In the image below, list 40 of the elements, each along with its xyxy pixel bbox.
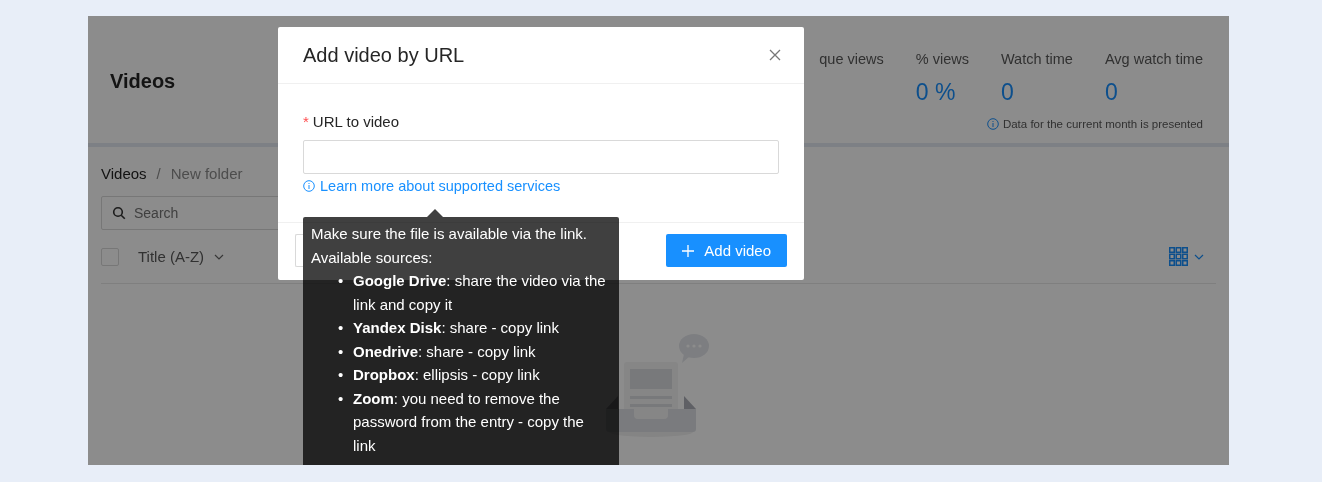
- url-input-field[interactable]: [303, 140, 779, 174]
- stat-label: que views: [819, 51, 884, 67]
- source-item: Zoom: you need to remove the password from the entry - copy the link: [353, 388, 585, 456]
- grid-icon: [1169, 247, 1188, 266]
- tooltip-text: Available sources:: [311, 247, 433, 268]
- source-item: Dropbox: ellipsis - copy link: [353, 365, 540, 385]
- plus-icon: [682, 244, 695, 257]
- breadcrumb-item[interactable]: New folder: [170, 165, 243, 182]
- info-icon: [303, 180, 315, 192]
- stat-label: % views: [915, 51, 969, 67]
- sort-dropdown[interactable]: Title (A-Z): [138, 248, 225, 265]
- field-label: URL to video: [312, 113, 399, 130]
- search-input[interactable]: Search: [132, 204, 336, 222]
- search-icon: [112, 206, 126, 220]
- close-icon[interactable]: [769, 49, 781, 61]
- add-video-button[interactable]: Add video: [666, 234, 787, 267]
- page-title: Videos: [110, 70, 176, 93]
- bullet: •: [338, 365, 345, 385]
- bullet: •: [338, 388, 345, 409]
- bullet: •: [338, 318, 345, 338]
- stat-value: 0: [1104, 79, 1119, 106]
- chevron-down-icon: [214, 253, 225, 260]
- stat-value: 0: [1000, 79, 1015, 106]
- breadcrumb-separator: /: [156, 165, 161, 182]
- stats-note: Data for the current month is presented: [1002, 118, 1203, 130]
- source-item: Yandex Disk: share - copy link: [353, 318, 559, 338]
- bullet: •: [338, 341, 345, 362]
- chevron-down-icon: [1194, 253, 1204, 260]
- modal-title: Add video by URL: [303, 43, 465, 67]
- stat-label: Avg watch time: [1104, 51, 1203, 67]
- stat-label: Watch time: [1000, 51, 1073, 67]
- breadcrumb-item[interactable]: Videos: [101, 165, 147, 182]
- required-mark: *: [303, 113, 309, 130]
- bullet: •: [338, 271, 345, 291]
- info-icon: [986, 118, 999, 130]
- grid-view-toggle[interactable]: [1169, 247, 1204, 266]
- stat-value: 0 %: [915, 79, 957, 106]
- source-item: Onedrive: share - copy link: [353, 341, 536, 362]
- help-link[interactable]: Learn more about supported services: [320, 178, 561, 194]
- source-item: Google Drive: share the video via the link and copy it: [353, 271, 607, 315]
